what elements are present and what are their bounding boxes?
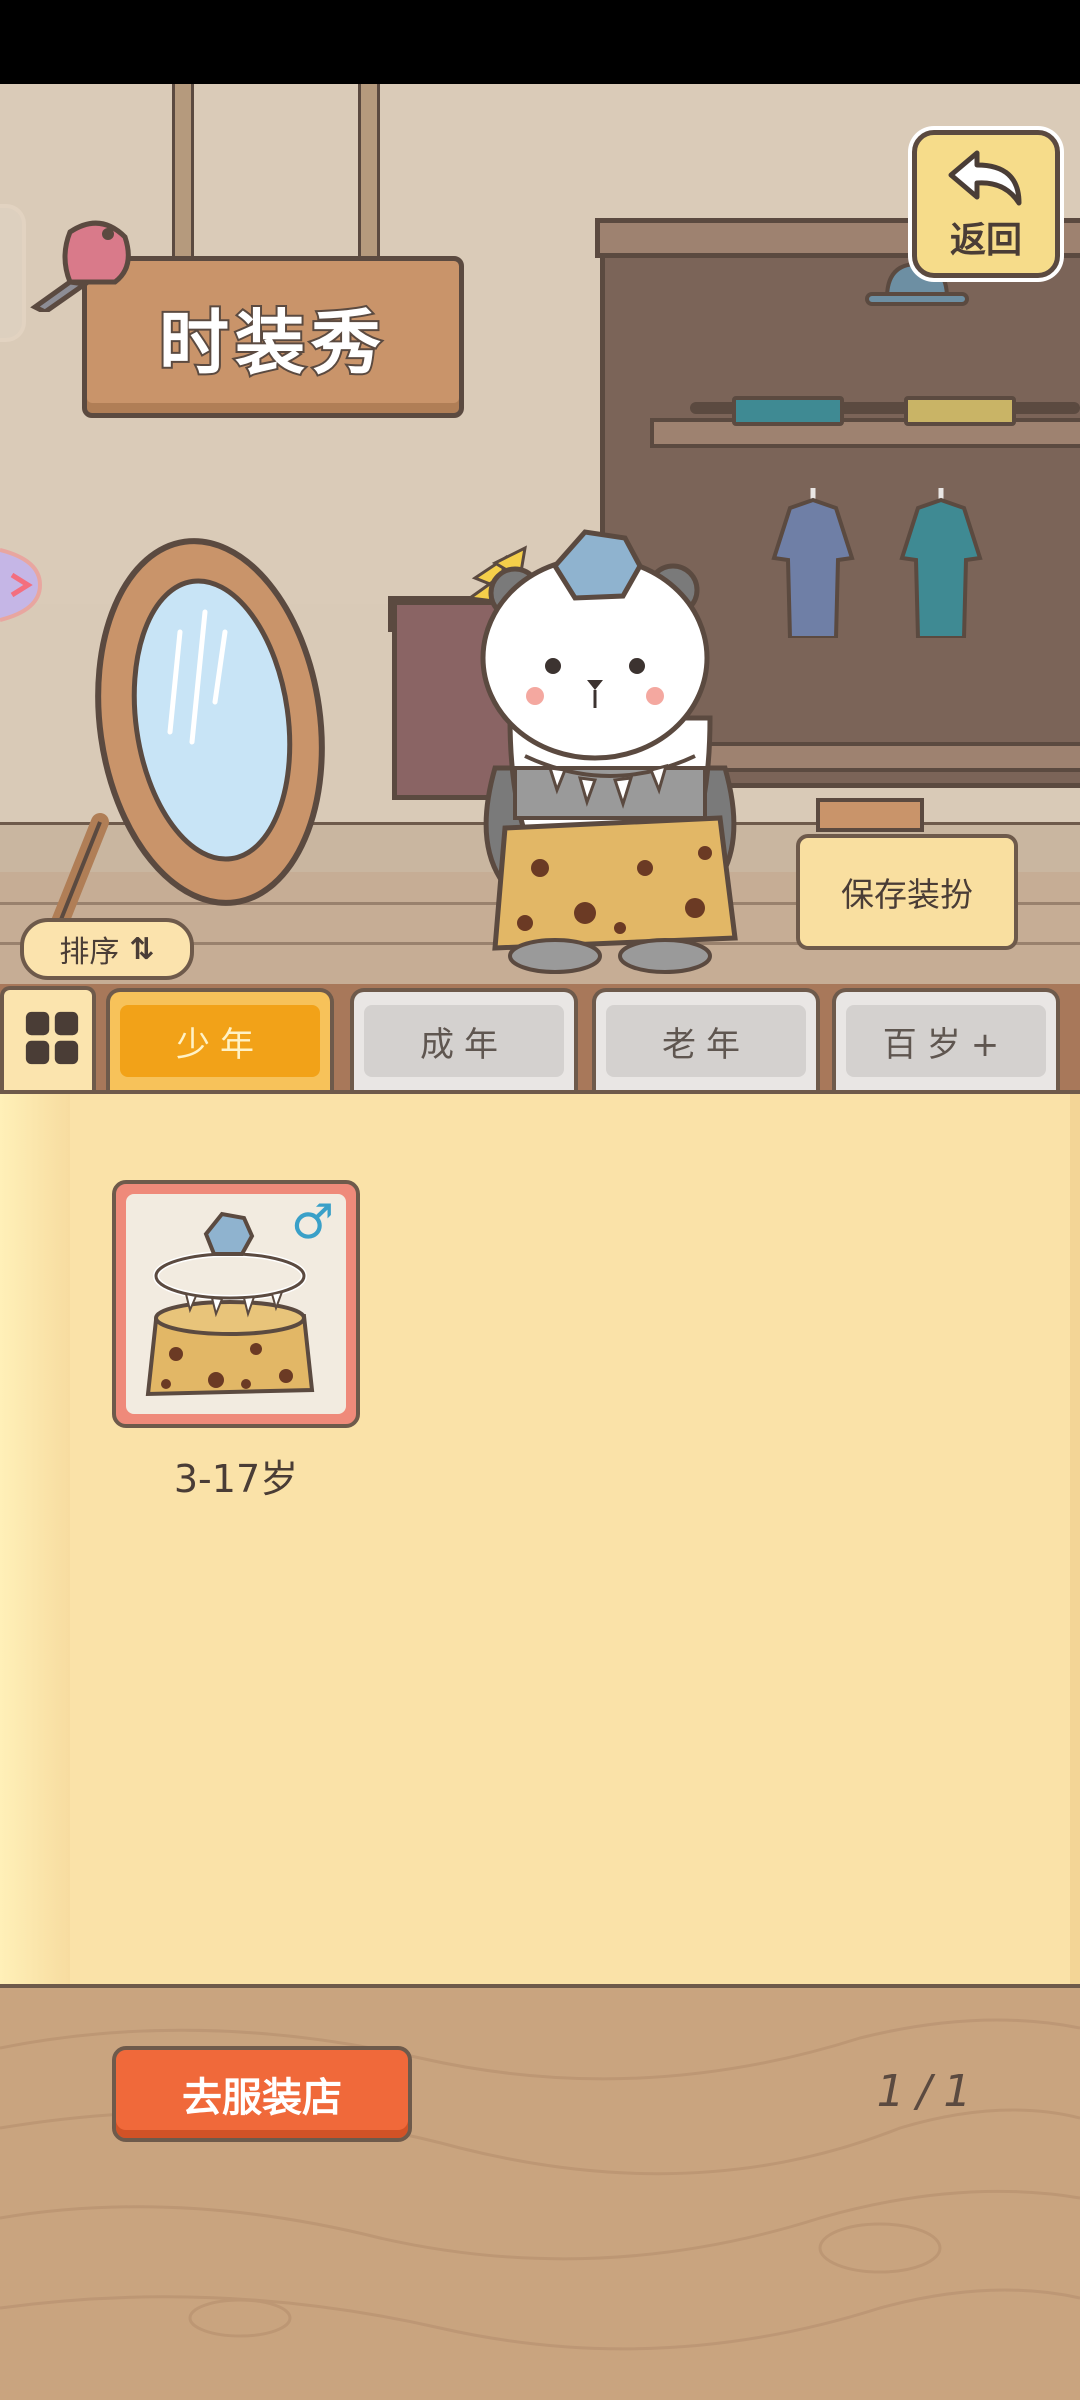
panel-shade bbox=[0, 1094, 70, 1984]
drawer-handle[interactable] bbox=[0, 204, 26, 342]
folded-clothes bbox=[904, 396, 1016, 426]
grid-view-tab[interactable] bbox=[0, 986, 96, 1096]
sort-label: 排序 bbox=[59, 935, 120, 970]
male-gender-icon: ♂ bbox=[290, 1194, 334, 1250]
back-label: 返回 bbox=[949, 220, 1022, 261]
tab-adult-label: 成年 bbox=[364, 1005, 564, 1077]
go-to-clothing-store-button[interactable]: 去服装店 bbox=[112, 2046, 412, 2142]
sign-title: 时装秀 bbox=[157, 300, 387, 386]
tab-youth-label: 少年 bbox=[120, 1005, 320, 1077]
panel-edge bbox=[1070, 1094, 1080, 1984]
outfit-item-age-label: 3-17岁 bbox=[173, 1457, 299, 1501]
grid-icon bbox=[25, 1011, 79, 1065]
back-button[interactable]: 返回 bbox=[912, 130, 1060, 278]
back-arrow-icon bbox=[948, 150, 1022, 206]
mirror-icon bbox=[51, 538, 325, 931]
status-bar bbox=[0, 0, 1080, 84]
panda-character[interactable] bbox=[455, 518, 765, 978]
tab-youth[interactable]: 少年 bbox=[106, 988, 334, 1090]
sort-icon: ⇅ bbox=[129, 931, 155, 967]
save-outfit-button[interactable]: 保存装扮 bbox=[796, 834, 1018, 950]
cap-icon bbox=[30, 220, 131, 312]
page-indicator: 1/1 bbox=[876, 2066, 984, 2117]
tab-centenarian-label: 百岁+ bbox=[846, 1005, 1046, 1077]
tab-elder[interactable]: 老年 bbox=[592, 988, 820, 1090]
hanging-shirt-icon bbox=[899, 488, 983, 638]
side-panel-arrow-icon[interactable] bbox=[0, 540, 50, 630]
tab-adult[interactable]: 成年 bbox=[350, 988, 578, 1090]
stool bbox=[816, 798, 924, 832]
outfit-item-thumbnail: ♂ bbox=[126, 1194, 346, 1414]
sort-button[interactable]: 排序 ⇅ bbox=[20, 918, 194, 980]
tab-centenarian[interactable]: 百岁+ bbox=[832, 988, 1060, 1090]
outfit-item-card[interactable]: ♂ bbox=[112, 1180, 360, 1428]
folded-clothes bbox=[732, 396, 844, 426]
tab-elder-label: 老年 bbox=[606, 1005, 806, 1077]
hanging-shirt-icon bbox=[771, 488, 855, 638]
